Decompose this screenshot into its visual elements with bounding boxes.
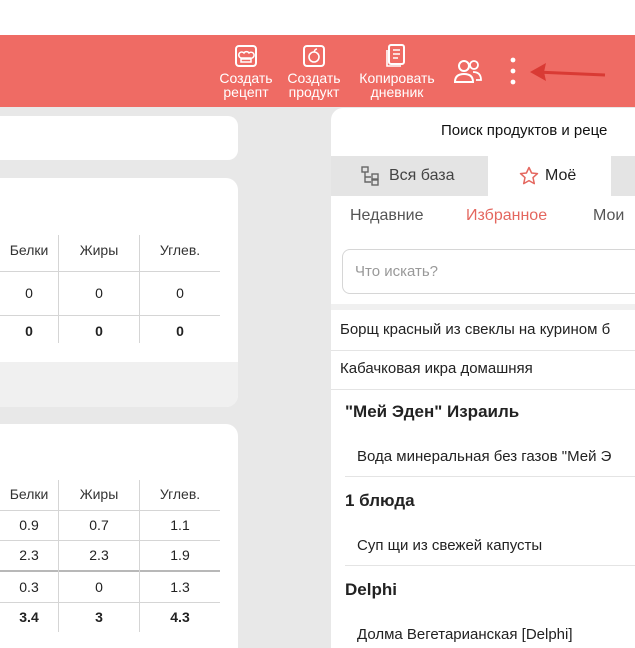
cell-carbs: 0: [176, 285, 184, 301]
table-row[interactable]: 0.9 0.7 1.1: [0, 510, 220, 540]
star-icon: [519, 166, 539, 185]
table2-total: 3.4 3 4.3: [0, 602, 220, 632]
cell-fats: 2.3: [89, 547, 109, 563]
create-recipe-label-2: рецепт: [223, 84, 269, 100]
tab-all-base-label: Вся база: [389, 167, 455, 184]
create-product-button[interactable]: Создать продукт: [284, 43, 344, 99]
cell-fats: 0: [95, 579, 103, 595]
copy-diary-button[interactable]: Копировать дневник: [352, 43, 442, 99]
list-item[interactable]: Долма Вегетарианская [Delphi]: [357, 626, 573, 643]
cell-proteins: 0: [25, 285, 33, 301]
apple-icon: [303, 45, 325, 67]
create-product-label-2: продукт: [288, 84, 340, 100]
arrow-left-icon: [530, 63, 606, 81]
header-carbs: Углев.: [159, 242, 201, 258]
total-proteins: 0: [25, 322, 33, 339]
cell-proteins: 2.3: [19, 547, 39, 563]
total-fats: 0: [95, 322, 103, 339]
header-fats: Жиры: [79, 242, 119, 258]
tab-mine[interactable]: Моё: [488, 156, 611, 196]
list-item[interactable]: Вода минеральная без газов "Мей Э: [357, 448, 611, 465]
list-item[interactable]: Суп щи из свежей капусты: [357, 537, 542, 554]
group-header: 1 блюда: [345, 491, 415, 510]
cell-proteins: 0.3: [19, 579, 39, 595]
users-icon: [453, 60, 482, 83]
total-fats: 3: [95, 609, 103, 625]
users-button[interactable]: [453, 57, 483, 90]
table1-header: Белки Жиры Углев.: [0, 230, 220, 270]
card-footer: [0, 362, 238, 407]
subtab-my[interactable]: Мои: [593, 207, 624, 225]
create-product-label-1: Создать: [287, 70, 341, 86]
cell-fats: 0: [95, 285, 103, 301]
total-carbs: 0: [176, 322, 184, 339]
group-header: "Мей Эден" Израиль: [345, 402, 520, 421]
list-item[interactable]: Борщ красный из свеклы на куринoм б: [340, 321, 610, 338]
more-menu-button[interactable]: [505, 55, 521, 87]
cell-proteins: 0.9: [19, 517, 39, 533]
list-item[interactable]: Кабачковая икра домашняя: [340, 360, 533, 377]
header-proteins: Белки: [9, 486, 49, 502]
subtab-favorites[interactable]: Избранное: [466, 207, 547, 225]
cell-carbs: 1.3: [170, 579, 190, 595]
table1-total: 0 0 0: [0, 315, 220, 346]
tab-all-base[interactable]: Вся база: [331, 156, 488, 196]
header-fats: Жиры: [79, 486, 119, 502]
table2-header: Белки Жиры Углев.: [0, 476, 220, 512]
search-panel: Поиск продуктов и реце Вся база Моё Неда…: [331, 108, 635, 648]
copy-document-icon: [386, 44, 405, 67]
table-row[interactable]: 0 0 0: [0, 271, 220, 315]
create-recipe-label-1: Создать: [219, 70, 273, 86]
total-proteins: 3.4: [19, 609, 39, 625]
copy-diary-label-1: Копировать: [359, 70, 435, 86]
group-header: Delphi: [345, 580, 397, 599]
search-tabs: Вся база Моё: [331, 156, 635, 196]
top-strip: [0, 0, 635, 35]
copy-diary-label-2: дневник: [370, 84, 424, 100]
create-recipe-button[interactable]: Создать рецепт: [216, 43, 276, 99]
hierarchy-icon: [361, 166, 379, 186]
header-proteins: Белки: [9, 242, 49, 258]
cell-fats: 0.7: [89, 517, 109, 533]
meal-card-1: Белки Жиры Углев. 0 0 0 0 0 0: [0, 178, 238, 407]
left-top-card[interactable]: [0, 116, 238, 160]
table-row[interactable]: 0.3 0 1.3: [0, 572, 220, 602]
total-carbs: 4.3: [170, 609, 190, 625]
tab-mine-label: Моё: [545, 167, 577, 184]
cell-carbs: 1.9: [170, 547, 190, 563]
search-input[interactable]: [342, 249, 635, 294]
toolbar: Создать рецепт Создать продукт Копироват…: [0, 35, 635, 107]
more-vertical-icon: [510, 57, 516, 85]
results-separator: [331, 304, 635, 310]
search-panel-title: Поиск продуктов и реце: [441, 122, 608, 139]
meal-card-2: Белки Жиры Углев. 0.9 0.7 1.1 2.3 2.3 1.…: [0, 424, 238, 648]
cell-carbs: 1.1: [170, 517, 190, 533]
chef-hat-icon: [235, 45, 257, 67]
header-carbs: Углев.: [159, 486, 201, 502]
table-row[interactable]: 2.3 2.3 1.9: [0, 540, 220, 570]
subtab-recent[interactable]: Недавние: [350, 207, 424, 225]
